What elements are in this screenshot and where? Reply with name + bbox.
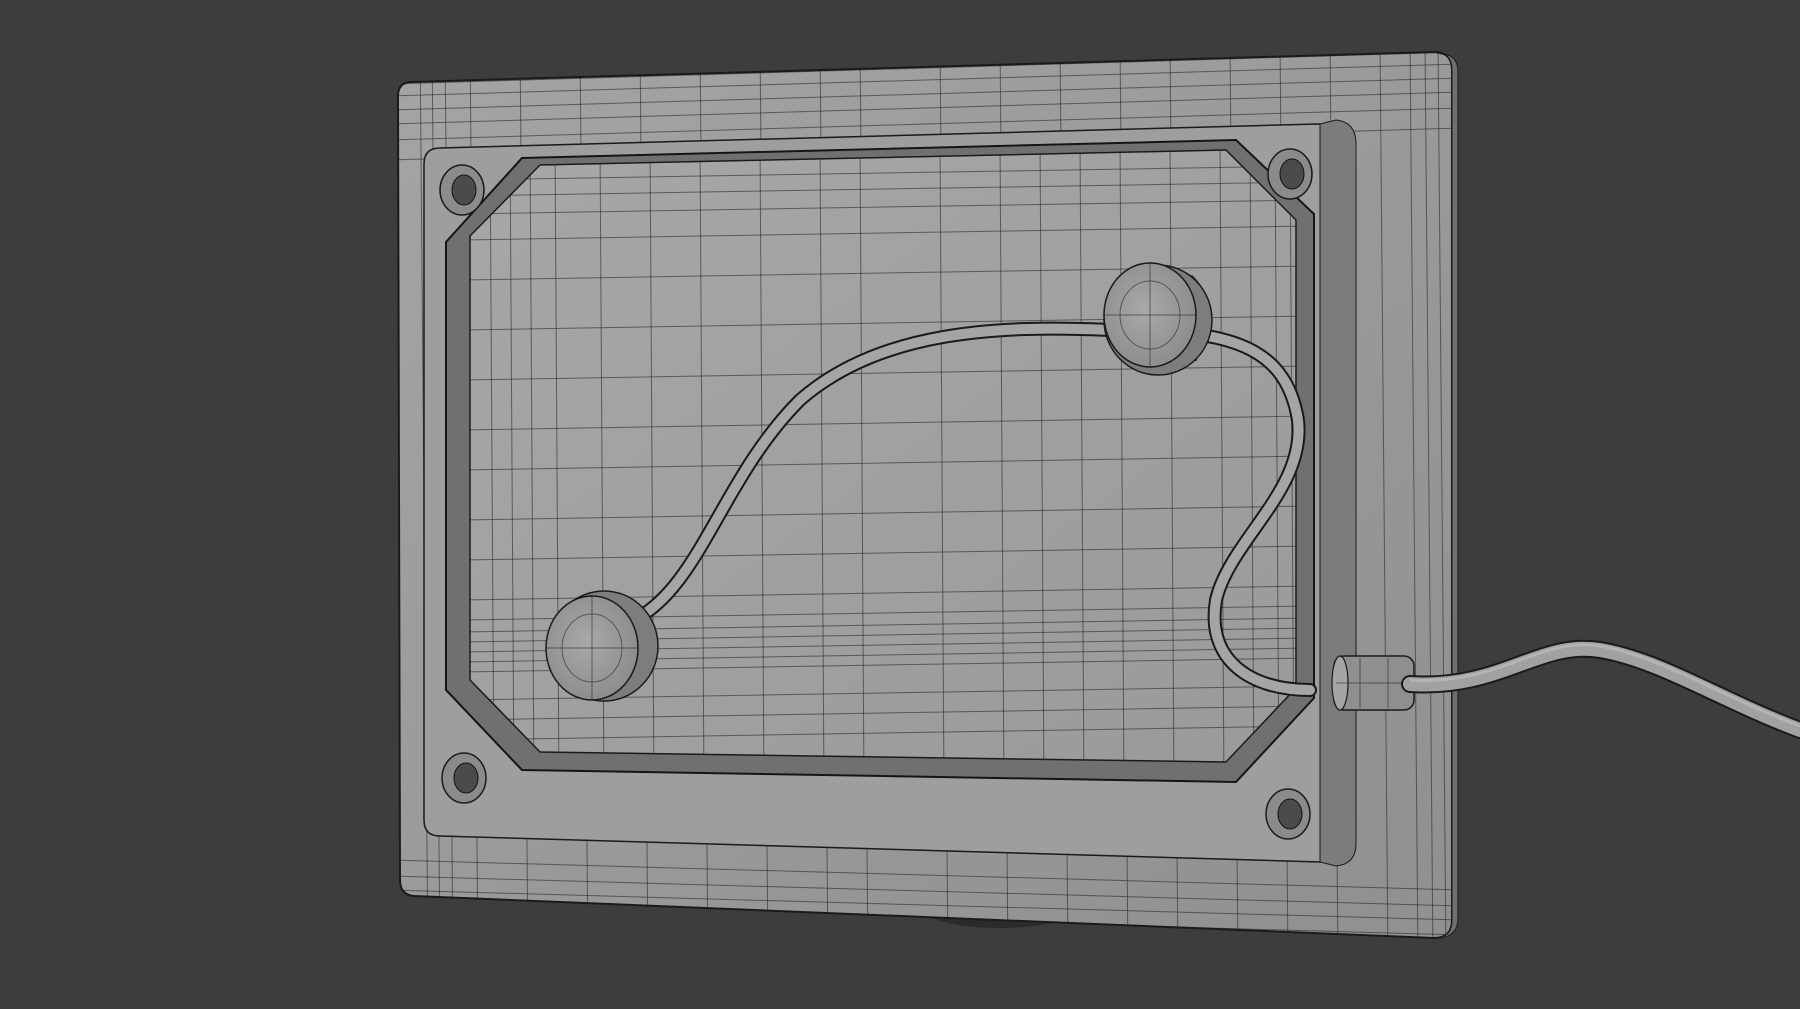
mounting-hole-bottom-left[interactable] [441,752,487,804]
sensor-disc-upper[interactable] [1103,262,1213,376]
mounting-hole-top-right[interactable] [1267,148,1313,200]
model-render[interactable] [0,0,1800,1009]
mounting-hole-top-left[interactable] [439,164,485,216]
mounting-hole-bottom-right[interactable] [1265,788,1311,840]
sensor-disc-lower[interactable] [545,590,659,702]
external-cable[interactable] [1401,639,1800,739]
3d-viewport[interactable] [0,0,1800,1009]
